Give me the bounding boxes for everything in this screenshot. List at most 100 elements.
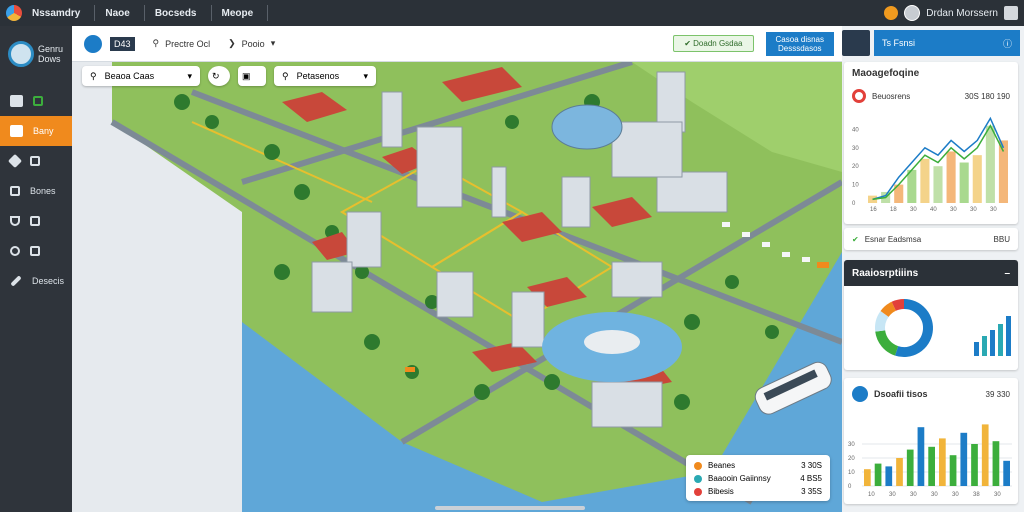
monitor-icon	[30, 216, 40, 226]
map-search-2[interactable]: ⚲ Petasenos ▾	[274, 66, 376, 86]
settings-icon	[30, 156, 40, 166]
city-map[interactable]	[72, 62, 842, 512]
title-bar: Nssamdry Naoe Bocseds Meope Drdan Morsse…	[0, 0, 1024, 26]
x-tick-label: 30	[910, 207, 917, 213]
avatar[interactable]	[842, 30, 870, 56]
layers-icon: ▣	[242, 70, 251, 81]
filter-icon: ❯	[228, 38, 236, 48]
stats-card: Dsoafii tisos 39 330 0 10 20 30 10 30 30 30 30 38…	[844, 378, 1018, 504]
divider	[143, 5, 145, 21]
y-tick-label: 20	[852, 164, 859, 170]
card-legend-label: Beuosrens	[872, 91, 911, 101]
menu-item-2[interactable]: Bocseds	[155, 8, 197, 19]
map-search-2-value: Petasenos	[296, 71, 340, 81]
sidebar-item-label: Desecis	[32, 276, 65, 286]
sidebar-item-pen[interactable]: Desecis	[0, 266, 72, 296]
bar	[960, 432, 968, 486]
bar	[920, 158, 930, 203]
app-name: Nssamdry	[32, 7, 81, 19]
place-selector[interactable]: ⚲ Prectre Ocl	[153, 38, 211, 49]
bar	[992, 441, 1000, 486]
map-search-1[interactable]: ⚲ Beaoa Caas ▾	[82, 66, 200, 86]
map-legend: Beanes 3 30S Baaooin Gaiinnsy 4 BS5 Bibe…	[686, 455, 830, 501]
x-tick-label: 30	[970, 207, 977, 213]
bar	[885, 466, 893, 486]
bar	[949, 455, 957, 486]
refresh-icon: ↻	[212, 70, 220, 81]
map-search-1-value: Beaoa Caas	[104, 71, 155, 81]
card-legend: Beuosrens 30S 180 190	[844, 79, 1018, 103]
window-control-icon[interactable]	[1004, 6, 1018, 20]
x-tick-label: 30	[910, 492, 917, 498]
donut-slice	[895, 299, 933, 357]
card-title: Maoagefoqine	[852, 68, 920, 79]
refresh-button[interactable]: ↻	[208, 66, 230, 86]
bar	[1006, 316, 1011, 356]
sidebar-item-grid[interactable]: Bones	[0, 176, 72, 206]
horizontal-scrollbar[interactable]	[435, 506, 585, 510]
trend-chart: 0 10 20 30 40 16 18 30 40 30 30 30	[852, 116, 1008, 213]
card-values: 39 330	[985, 389, 1010, 399]
summary-value: BBU	[993, 234, 1010, 244]
sidebar-item-label: Bany	[33, 126, 54, 136]
sidebar-item-layers[interactable]	[0, 146, 72, 176]
menu-item-1[interactable]: Naoe	[105, 8, 129, 19]
x-tick-label: 18	[890, 207, 897, 213]
search-icon: ⚲	[282, 70, 289, 81]
bar	[896, 458, 903, 486]
y-tick-label: 30	[852, 146, 859, 152]
x-tick-label: 30	[931, 492, 938, 498]
legend-swatch	[694, 461, 702, 470]
brand-logo-icon	[8, 41, 34, 67]
bar	[928, 446, 935, 486]
user-name[interactable]: Drdan Morssern	[926, 8, 998, 19]
y-tick-label: 0	[852, 201, 856, 207]
info-icon: ⓘ	[1002, 38, 1012, 49]
notification-icon[interactable]	[884, 6, 899, 20]
sidebar-item-search[interactable]	[0, 236, 72, 266]
chevron-down-icon: ▾	[187, 70, 192, 81]
filter-dropdown[interactable]: ❯ Pooio ▾	[228, 38, 275, 49]
chevron-down-icon: ▾	[270, 38, 276, 48]
search-icon: ⚲	[90, 70, 97, 81]
legend-value: 4 BS5	[800, 474, 822, 483]
y-tick-label: 40	[852, 127, 859, 133]
grid-icon	[10, 186, 20, 196]
action-button[interactable]: Casoa disnas Desssdasos	[765, 31, 834, 56]
bar	[907, 169, 917, 203]
bar	[906, 449, 914, 486]
x-tick-label: 16	[870, 207, 877, 213]
legend-row: Baaooin Gaiinnsy 4 BS5	[694, 472, 822, 485]
action-button-line-2: Desssdasos	[777, 43, 822, 53]
legend-value: 3 30S	[801, 461, 822, 470]
x-tick-label: 38	[973, 492, 980, 498]
search-icon	[10, 246, 20, 256]
place-label: Prectre Ocl	[165, 38, 211, 49]
layers-button[interactable]: ▣	[238, 66, 266, 86]
collapse-icon[interactable]: –	[1004, 268, 1010, 286]
status-badge[interactable]: ✔ Doadn Gsdaa	[673, 35, 754, 52]
layers-icon	[7, 153, 23, 169]
panel-tab[interactable]: Ts Fsnsi ⓘ	[874, 30, 1020, 56]
sidebar-item-dashboard[interactable]	[0, 86, 72, 116]
x-tick-label: 10	[868, 492, 875, 498]
divider	[94, 5, 96, 21]
menu-item-3[interactable]: Meope	[222, 8, 254, 19]
avatar[interactable]	[904, 5, 921, 21]
status-label: Doadn Gsdaa	[693, 39, 743, 48]
sidebar-item-home[interactable]: Bany	[0, 116, 72, 146]
bar	[933, 166, 943, 203]
action-button-line-1: Casoa disnas	[775, 34, 824, 44]
sidebar: Genru Dows Bany Bones Desecis	[0, 26, 72, 512]
bar	[985, 125, 995, 203]
card-legend-values: 30S 180 190	[964, 91, 1010, 101]
sidebar-item-shield[interactable]	[0, 206, 72, 236]
card-title-bar: Raaiosrptiiins –	[844, 260, 1018, 286]
y-tick-label: 30	[848, 442, 855, 448]
right-panel-header: Ts Fsnsi ⓘ	[842, 30, 1020, 56]
x-tick-label: 30	[950, 207, 957, 213]
toolbar-badge[interactable]: D43	[110, 36, 135, 51]
compass-icon[interactable]	[84, 34, 102, 53]
bar	[864, 469, 871, 486]
legend-row: Bibesis 3 35S	[694, 485, 822, 498]
